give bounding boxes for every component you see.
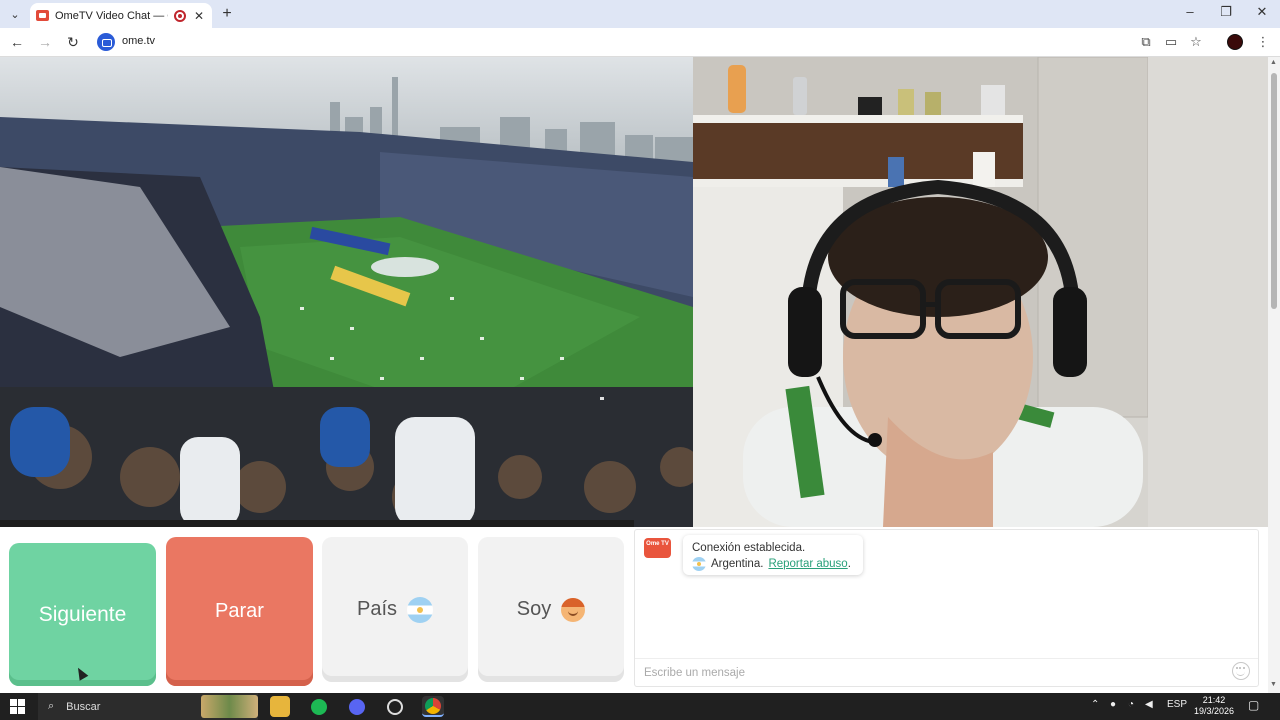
- partner-country: Argentina.: [711, 558, 764, 570]
- ometv-favicon-icon: [36, 10, 49, 21]
- chrome-icon[interactable]: [422, 696, 444, 717]
- system-clock[interactable]: 21:42 19/3/2026: [1190, 695, 1238, 717]
- video-divider: [0, 520, 634, 527]
- boy-emoji-icon: [561, 597, 586, 622]
- window-close-icon[interactable]: ✕: [1247, 4, 1277, 20]
- report-abuse-link[interactable]: Reportar abuso: [768, 558, 847, 570]
- ometv-logo-icon: Ome TV: [644, 538, 671, 558]
- cast-icon[interactable]: ▭: [1162, 34, 1180, 50]
- taskbar-search-label: Buscar: [66, 700, 101, 713]
- translate-icon[interactable]: ⧉: [1137, 34, 1155, 50]
- scroll-up-arrow-icon[interactable]: ▲: [1270, 59, 1277, 66]
- volume-icon[interactable]: ◀: [1145, 699, 1153, 710]
- url-field[interactable]: ome.tv: [122, 35, 155, 47]
- report-suffix: .: [847, 558, 851, 570]
- site-info-icon[interactable]: [97, 33, 115, 51]
- input-language[interactable]: ESP: [1167, 699, 1187, 710]
- bookmark-star-icon[interactable]: ☆: [1187, 34, 1205, 50]
- page-scrollbar[interactable]: ▲ ▼: [1268, 57, 1280, 693]
- emoji-icon[interactable]: [1232, 662, 1250, 680]
- minimize-icon[interactable]: –: [1175, 4, 1205, 19]
- search-icon: ⌕: [48, 700, 55, 712]
- stop-button-label: Parar: [215, 600, 264, 622]
- clock-date: 19/3/2026: [1193, 706, 1235, 716]
- notification-icon[interactable]: ▢: [1248, 698, 1259, 712]
- search-highlight-image[interactable]: [201, 695, 258, 718]
- argentina-flag-icon: [692, 557, 706, 571]
- wifi-icon[interactable]: ◔: [1128, 699, 1134, 710]
- system-message: Conexión establecida. Argentina. Reporta…: [683, 535, 863, 575]
- stop-button[interactable]: Parar: [166, 537, 313, 686]
- clock-time: 21:42: [1202, 695, 1226, 705]
- tab-search-chevron-icon[interactable]: ⌄: [6, 5, 24, 23]
- tab-title: OmeTV Video Chat — Ome: [55, 9, 168, 22]
- country-filter-button[interactable]: País: [322, 537, 468, 682]
- restore-icon[interactable]: ❐: [1211, 4, 1241, 20]
- country-button-label: País: [356, 598, 398, 620]
- partner-video: [0, 57, 693, 527]
- scroll-thumb[interactable]: [1271, 73, 1277, 309]
- argentina-flag-icon: [407, 596, 434, 623]
- message-input[interactable]: Escribe un mensaje: [635, 658, 1258, 686]
- browser-tab-bar: ⌄ OmeTV Video Chat — Ome ✕ + – ❐ ✕: [0, 0, 1280, 28]
- tab-close-icon[interactable]: ✕: [192, 9, 206, 23]
- reload-icon[interactable]: ↻: [64, 34, 82, 51]
- microphone-icon[interactable]: ●: [1110, 699, 1116, 710]
- gender-button[interactable]: Soy: [478, 537, 624, 682]
- forward-arrow-icon[interactable]: →: [36, 34, 54, 50]
- tray-chevron-up-icon[interactable]: ⌃: [1091, 699, 1099, 710]
- next-button-label: Siguiente: [38, 602, 127, 626]
- browser-tab[interactable]: OmeTV Video Chat — Ome ✕: [30, 3, 212, 28]
- stadium-video-frame: [0, 57, 693, 527]
- windows-start-icon[interactable]: [10, 699, 25, 714]
- gender-button-label: Soy: [516, 598, 552, 620]
- spotify-icon[interactable]: [308, 696, 330, 717]
- scroll-down-arrow-icon[interactable]: ▼: [1270, 681, 1277, 688]
- profile-avatar[interactable]: [1227, 34, 1243, 50]
- windows-taskbar: ⌕ Buscar ⌃ ● ◔ ◀ ESP 21:42 19/3/2026 ▢: [0, 693, 1280, 720]
- address-bar: ← → ↻ ome.tv ⧉ ▭ ☆ ⋮: [0, 28, 1280, 57]
- new-tab-button[interactable]: +: [219, 5, 235, 23]
- chat-panel: Ome TV Conexión establecida. Argentina. …: [634, 529, 1259, 687]
- webcam-video-frame: [693, 57, 1268, 527]
- file-explorer-icon[interactable]: [270, 696, 290, 717]
- recorder-app-icon[interactable]: [384, 696, 406, 717]
- back-arrow-icon[interactable]: ←: [8, 34, 26, 50]
- recording-indicator-icon: [174, 9, 186, 22]
- browser-menu-icon[interactable]: ⋮: [1254, 34, 1272, 50]
- next-button[interactable]: Siguiente: [9, 543, 156, 686]
- ometv-page: Siguiente Parar País Soy Ome TV Conexión…: [0, 57, 1268, 693]
- connection-status: Conexión establecida.: [692, 542, 806, 554]
- discord-icon[interactable]: [346, 696, 368, 717]
- self-video: [693, 57, 1268, 527]
